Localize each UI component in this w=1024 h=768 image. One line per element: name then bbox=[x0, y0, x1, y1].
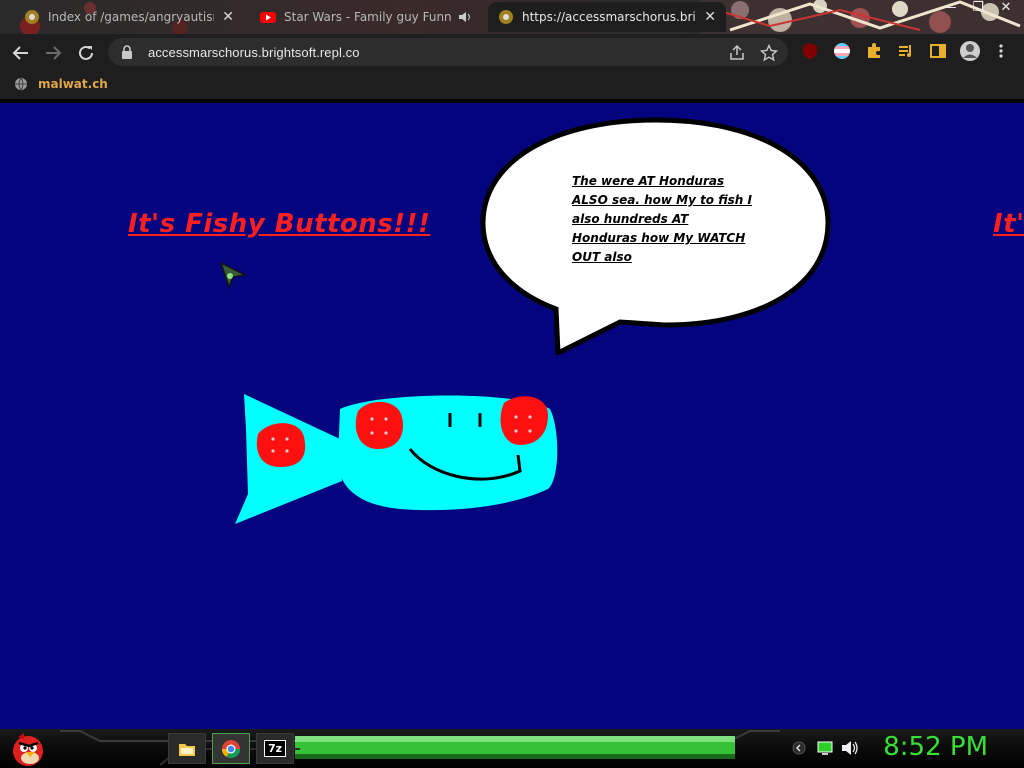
start-button[interactable] bbox=[8, 729, 46, 768]
tab-index-angryautism[interactable]: Index of /games/angryautism/ ✕ bbox=[14, 2, 244, 32]
fish-spot[interactable] bbox=[256, 423, 306, 467]
youtube-icon bbox=[260, 12, 276, 23]
url-text: accessmarschorus.brightsoft.repl.co bbox=[148, 44, 360, 60]
puzzle-extensions-icon[interactable] bbox=[865, 42, 883, 60]
minimize-button[interactable]: — bbox=[936, 0, 964, 16]
bookmark-malwatch[interactable]: malwat.ch bbox=[14, 77, 108, 91]
arrow-left-icon bbox=[12, 46, 28, 60]
chrome-icon bbox=[222, 739, 240, 758]
reload-icon bbox=[79, 45, 93, 60]
web-page-content: It's Fishy Buttons!!! It's The were AT H… bbox=[0, 103, 1024, 729]
speaker-icon[interactable] bbox=[841, 740, 859, 756]
globe-icon bbox=[15, 77, 27, 91]
tab-title: Index of /games/angryautism/ bbox=[48, 10, 215, 24]
forward-button[interactable] bbox=[40, 40, 66, 66]
os-taskbar: 7z 8:52 PM bbox=[0, 729, 1024, 768]
bookmark-label: malwat.ch bbox=[38, 77, 108, 91]
chrome-default-icon bbox=[499, 10, 513, 24]
ublock-origin-icon[interactable] bbox=[801, 42, 819, 60]
pride-flag-icon[interactable] bbox=[833, 42, 851, 60]
tab-audio-icon[interactable] bbox=[458, 11, 472, 23]
page-headline: It's Fishy Buttons!!! bbox=[128, 209, 431, 239]
tab-title: https://accessmarschorus.brightsoft bbox=[522, 10, 696, 24]
back-button[interactable] bbox=[8, 40, 34, 66]
lock-icon[interactable] bbox=[120, 45, 134, 59]
address-bar[interactable]: accessmarschorus.brightsoft.repl.co bbox=[108, 38, 788, 66]
tab-strip: Index of /games/angryautism/ ✕ Star Wars… bbox=[0, 0, 1024, 34]
bookmark-star-icon[interactable] bbox=[760, 44, 778, 62]
bookmarks-bar: malwat.ch bbox=[0, 71, 1024, 101]
file-explorer-icon bbox=[179, 743, 195, 756]
share-icon[interactable] bbox=[728, 44, 746, 62]
tab-title: Star Wars - Family guy Funn bbox=[284, 10, 452, 24]
page-headline-repeat: It's bbox=[993, 209, 1024, 239]
tab-close-button[interactable]: ✕ bbox=[222, 9, 234, 25]
maximize-button[interactable]: ❐ bbox=[964, 0, 992, 16]
tab-close-button[interactable]: ✕ bbox=[704, 9, 716, 25]
arrow-right-icon bbox=[46, 46, 62, 60]
media-playlist-icon[interactable] bbox=[897, 42, 915, 60]
side-panel-icon[interactable] bbox=[929, 42, 947, 60]
taskbar-clock[interactable]: 8:52 PM bbox=[883, 732, 988, 762]
taskbar-7zip[interactable]: 7z bbox=[256, 733, 294, 764]
taskbar-chrome[interactable] bbox=[212, 733, 250, 764]
network-monitor-icon[interactable] bbox=[817, 740, 833, 756]
taskbar-theme-decoration bbox=[60, 730, 780, 766]
7zip-icon: 7z bbox=[263, 740, 287, 757]
angry-bird-red-icon bbox=[13, 733, 43, 766]
reload-button[interactable] bbox=[73, 40, 99, 66]
fish-spot[interactable] bbox=[355, 401, 403, 449]
mouse-cursor-icon bbox=[219, 261, 247, 289]
browser-menu-icon[interactable] bbox=[996, 42, 1006, 60]
profile-avatar-icon[interactable] bbox=[959, 40, 981, 62]
taskbar-file-explorer[interactable] bbox=[168, 733, 206, 764]
close-window-button[interactable]: ✕ bbox=[992, 0, 1020, 16]
fish-drawing[interactable] bbox=[230, 389, 560, 527]
tab-accessmarschorus[interactable]: https://accessmarschorus.brightsoft ✕ bbox=[488, 2, 726, 32]
speech-bubble-text: The were AT Honduras ALSO sea. how My to… bbox=[572, 174, 752, 264]
tab-star-wars-family-guy[interactable]: Star Wars - Family guy Funn bbox=[250, 2, 482, 32]
chevron-icon[interactable] bbox=[792, 741, 806, 755]
chrome-default-icon bbox=[25, 10, 39, 24]
